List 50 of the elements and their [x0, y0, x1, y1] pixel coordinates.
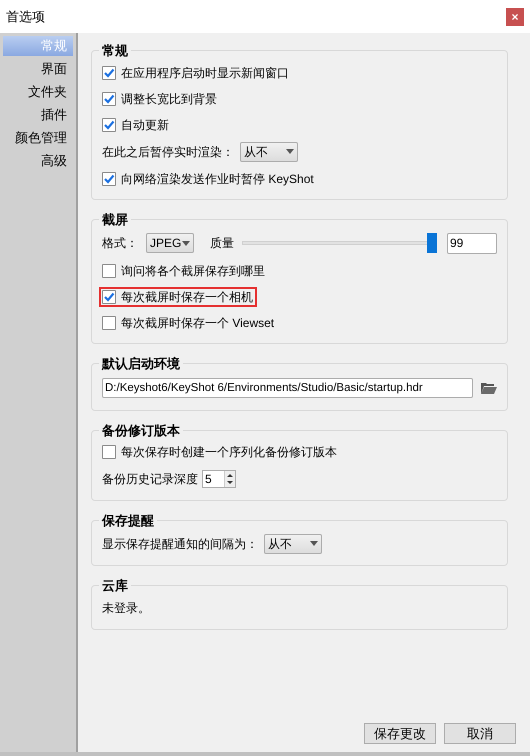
folder-icon[interactable]: [481, 382, 497, 394]
window-title: 首选项: [6, 8, 45, 26]
checkbox-label: 自动更新: [121, 116, 169, 134]
checkbox-label: 调整长宽比到背景: [121, 90, 217, 108]
group-title: 保存提醒: [100, 512, 155, 530]
checkbox-label: 询问将各个截屏保存到哪里: [121, 263, 265, 280]
dialog-button[interactable]: 取消: [444, 723, 516, 744]
checkbox[interactable]: [102, 264, 116, 278]
dialog-button[interactable]: 保存更改: [364, 723, 436, 744]
spin-box[interactable]: 5: [202, 470, 236, 488]
group-title: 截屏: [101, 210, 129, 228]
spin-arrows-icon: [224, 471, 235, 487]
checkbox[interactable]: [102, 445, 116, 459]
group-title: 默认启动环境: [100, 355, 181, 373]
dropdown[interactable]: 从不: [264, 534, 322, 554]
group-title: 备份修订版本: [100, 422, 181, 440]
sidebar-item[interactable]: 文件夹: [3, 82, 73, 102]
path-field[interactable]: D:/Keyshot6/KeyShot 6/Environments/Studio/Basic/startup.hdr: [102, 378, 473, 398]
slider-thumb[interactable]: [427, 233, 438, 253]
status-text: 未登录。: [102, 600, 150, 617]
checkbox-label: 在应用程序启动时显示新闻窗口: [121, 64, 289, 82]
close-button[interactable]: ×: [506, 8, 524, 26]
checkbox[interactable]: [102, 290, 116, 304]
field-label: 质量: [210, 235, 234, 252]
caret-icon: [310, 541, 318, 546]
group-title: 云库: [101, 576, 129, 594]
dropdown[interactable]: 从不: [240, 142, 298, 162]
sidebar-item[interactable]: 高级: [3, 151, 73, 171]
field-label: 格式：: [102, 235, 138, 252]
dropdown[interactable]: JPEG: [146, 233, 194, 253]
checkbox-label: 向网络渲染发送作业时暂停 KeyShot: [121, 170, 314, 188]
checkbox-label: 每次截屏时保存一个 Viewset: [121, 315, 274, 332]
checkbox[interactable]: [102, 172, 116, 186]
sidebar-item[interactable]: 颜色管理: [3, 128, 73, 148]
slider[interactable]: [242, 233, 435, 253]
field-label: 显示保存提醒通知的间隔为：: [102, 536, 258, 552]
checkbox[interactable]: [102, 92, 116, 106]
field-label: 备份历史记录深度: [102, 471, 198, 488]
checkbox-label: 每次保存时创建一个序列化备份修订版本: [121, 444, 337, 461]
caret-icon: [286, 149, 294, 154]
group-title: 常规: [101, 42, 129, 60]
checkbox[interactable]: [102, 316, 116, 330]
field-label: 在此之后暂停实时渲染：: [102, 144, 234, 160]
input-field[interactable]: 99: [447, 232, 497, 254]
checkbox-label: 每次截屏时保存一个相机: [121, 289, 253, 306]
sidebar-item[interactable]: 插件: [3, 105, 73, 125]
checkbox[interactable]: [102, 66, 116, 80]
caret-icon: [182, 240, 190, 246]
checkbox[interactable]: [102, 118, 116, 132]
sidebar-item[interactable]: 界面: [3, 59, 73, 79]
